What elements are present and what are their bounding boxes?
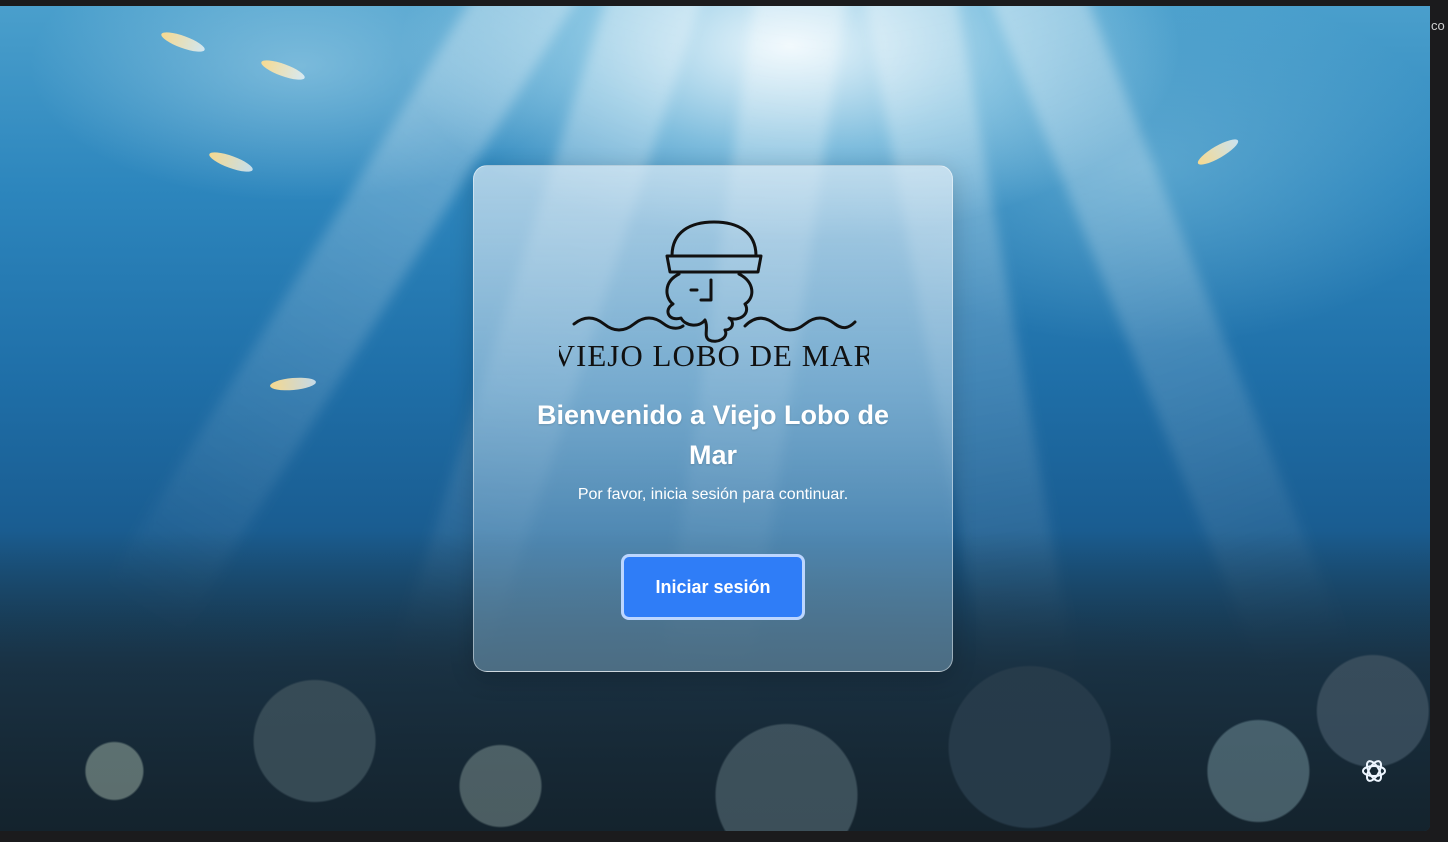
- ocean-background: VIEJO LOBO DE MAR Bienvenido a Viejo Lob…: [0, 6, 1430, 831]
- partial-sidebar-text: co: [1431, 18, 1445, 33]
- fish: [259, 56, 307, 84]
- fish: [159, 28, 207, 56]
- page-title: Bienvenido a Viejo Lobo de Mar: [536, 400, 890, 470]
- logo-text: VIEJO LOBO DE MAR: [559, 338, 869, 373]
- login-subtitle: Por favor, inicia sesión para continuar.: [577, 486, 849, 503]
- fish: [1195, 135, 1241, 169]
- fish: [207, 148, 255, 176]
- login-button[interactable]: Iniciar sesión: [621, 554, 805, 620]
- openai-icon[interactable]: [1359, 756, 1389, 786]
- sailor-wolf-logo: VIEJO LOBO DE MAR: [559, 220, 869, 373]
- login-card: VIEJO LOBO DE MAR Bienvenido a Viejo Lob…: [473, 165, 953, 672]
